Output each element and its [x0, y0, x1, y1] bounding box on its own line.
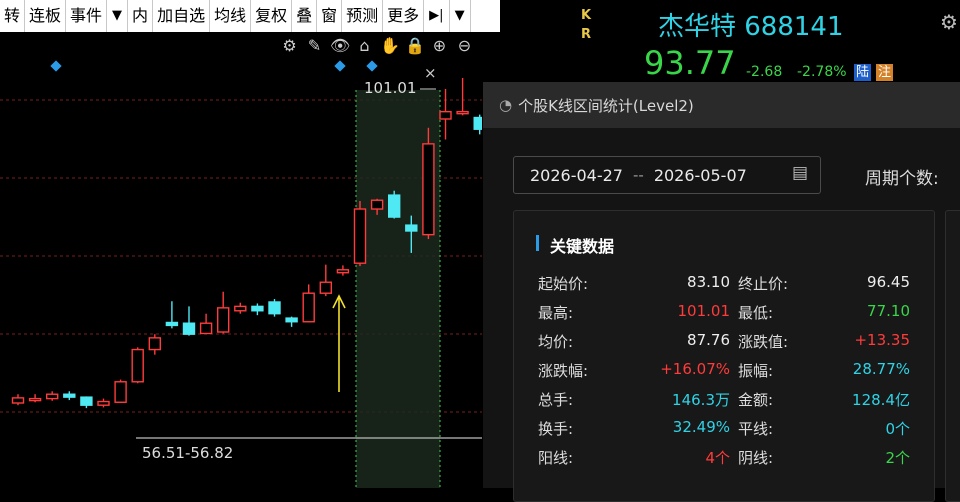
marker-diamond	[366, 60, 378, 72]
marker-diamond	[334, 60, 346, 72]
toolbar-item-9[interactable]: 窗	[317, 0, 343, 32]
stock-price: 93.77	[644, 44, 736, 82]
stock-change: -2.68	[746, 64, 783, 80]
secondary-card	[945, 210, 960, 502]
candle-body	[131, 348, 144, 383]
stat-value: 87.76	[687, 331, 730, 349]
stat-value: 2个	[885, 449, 910, 467]
stat-value: 146.3万	[672, 391, 730, 409]
date-separator: --	[632, 166, 644, 184]
section-title: 关键数据	[550, 237, 615, 256]
candle-body	[388, 194, 401, 218]
candle-body	[46, 393, 59, 400]
date-range-picker[interactable]: 2026-04-27 -- 2026-05-07 ▤	[513, 156, 821, 194]
section-marker	[536, 235, 539, 251]
panel-title: 个股K线区间统计(Level2)	[518, 96, 694, 115]
r-letter: R	[581, 27, 592, 42]
zhu-badge: 注	[876, 64, 894, 81]
stock-name: 杰华特 688141	[658, 12, 844, 42]
candle-body	[439, 110, 452, 120]
toolbar-item-0[interactable]: 转	[0, 0, 26, 32]
high-price-label: 101.01	[364, 79, 417, 97]
toolbar-item-6[interactable]: 均线	[210, 0, 252, 32]
stat-value: 96.45	[867, 273, 910, 291]
candle-body	[336, 269, 350, 274]
gear-icon[interactable]: ⚙	[940, 10, 958, 34]
date-end[interactable]: 2026-05-07	[654, 166, 747, 185]
toolbar-item-1[interactable]: 连板	[25, 0, 67, 32]
toolbar-item-4[interactable]: 内	[128, 0, 154, 32]
kline-stats-panel: ◔ 个股K线区间统计(Level2) 2026-04-27 -- 2026-05…	[483, 82, 960, 502]
candle-body	[148, 337, 162, 351]
stat-value: 32.49%	[672, 418, 730, 436]
toolbar-item-5[interactable]: 加自选	[153, 0, 211, 32]
candle-body	[285, 317, 298, 323]
calendar-icon[interactable]: ▤	[792, 163, 808, 183]
candle-body	[302, 292, 315, 323]
candle-body	[28, 397, 42, 402]
toolbar-item-13[interactable]: ▼	[450, 0, 471, 32]
k-letter: K	[581, 8, 592, 23]
candle-body	[473, 116, 482, 130]
candle-body	[165, 321, 179, 327]
panel-header[interactable]: ◔ 个股K线区间统计(Level2)	[483, 82, 960, 128]
candle-body	[422, 143, 435, 236]
candle-body	[114, 381, 127, 403]
candle-body	[353, 208, 367, 264]
candle-body	[97, 400, 110, 406]
candle-body	[268, 301, 281, 315]
candle-body	[199, 322, 213, 335]
marker-diamond	[50, 60, 62, 72]
toolbar-item-12[interactable]: ▶|	[424, 0, 450, 32]
stat-value: 28.77%	[852, 360, 910, 378]
gauge-icon: ◔	[499, 96, 513, 114]
stat-value: +16.07%	[660, 360, 730, 378]
toolbar-item-8[interactable]: 叠	[292, 0, 318, 32]
candle-body	[234, 305, 247, 312]
kline-chart[interactable]	[0, 32, 482, 488]
candle-body	[216, 307, 230, 333]
stat-value: 0个	[885, 420, 910, 438]
candle-body	[63, 393, 76, 398]
kr-label: K R	[581, 6, 591, 44]
candle-body	[182, 322, 196, 335]
toolbar-item-7[interactable]: 复权	[251, 0, 293, 32]
cycles-label: 周期个数:	[865, 169, 939, 189]
toolbar-item-11[interactable]: 更多	[383, 0, 425, 32]
chart-toolbar: 转连板 事件 ▼ 内加自选 均线 复权叠窗预测 更多 ▶| ▼	[0, 0, 500, 32]
stat-value: 77.10	[867, 302, 910, 320]
toolbar-item-10[interactable]: 预测	[342, 0, 384, 32]
candle-body	[251, 305, 264, 312]
stat-value: +13.35	[854, 331, 910, 349]
range-price-label: 56.51-56.82	[142, 444, 234, 462]
stat-value: 83.10	[687, 273, 730, 291]
lu-badge: 陆	[854, 64, 872, 81]
stock-change-pct: -2.78%	[797, 64, 847, 80]
stat-value: 101.01	[677, 302, 731, 320]
date-start[interactable]: 2026-04-27	[530, 166, 623, 185]
candle-body	[11, 397, 25, 404]
toolbar-item-3[interactable]: ▼	[107, 0, 129, 32]
toolbar-item-2[interactable]: 事件	[66, 0, 108, 32]
candle-body	[319, 281, 332, 294]
stat-value: 128.4亿	[852, 391, 910, 409]
stat-value: 4个	[705, 449, 730, 467]
key-data-card: 关键数据 起始价: 83.10 终止价: 96.45 最高: 101.01 最低: 77.10…	[513, 210, 935, 502]
candle-body	[456, 110, 469, 115]
candle-body	[405, 224, 418, 232]
close-icon[interactable]: ×	[424, 64, 437, 82]
candle-body	[370, 199, 384, 210]
candle-body	[80, 396, 93, 406]
